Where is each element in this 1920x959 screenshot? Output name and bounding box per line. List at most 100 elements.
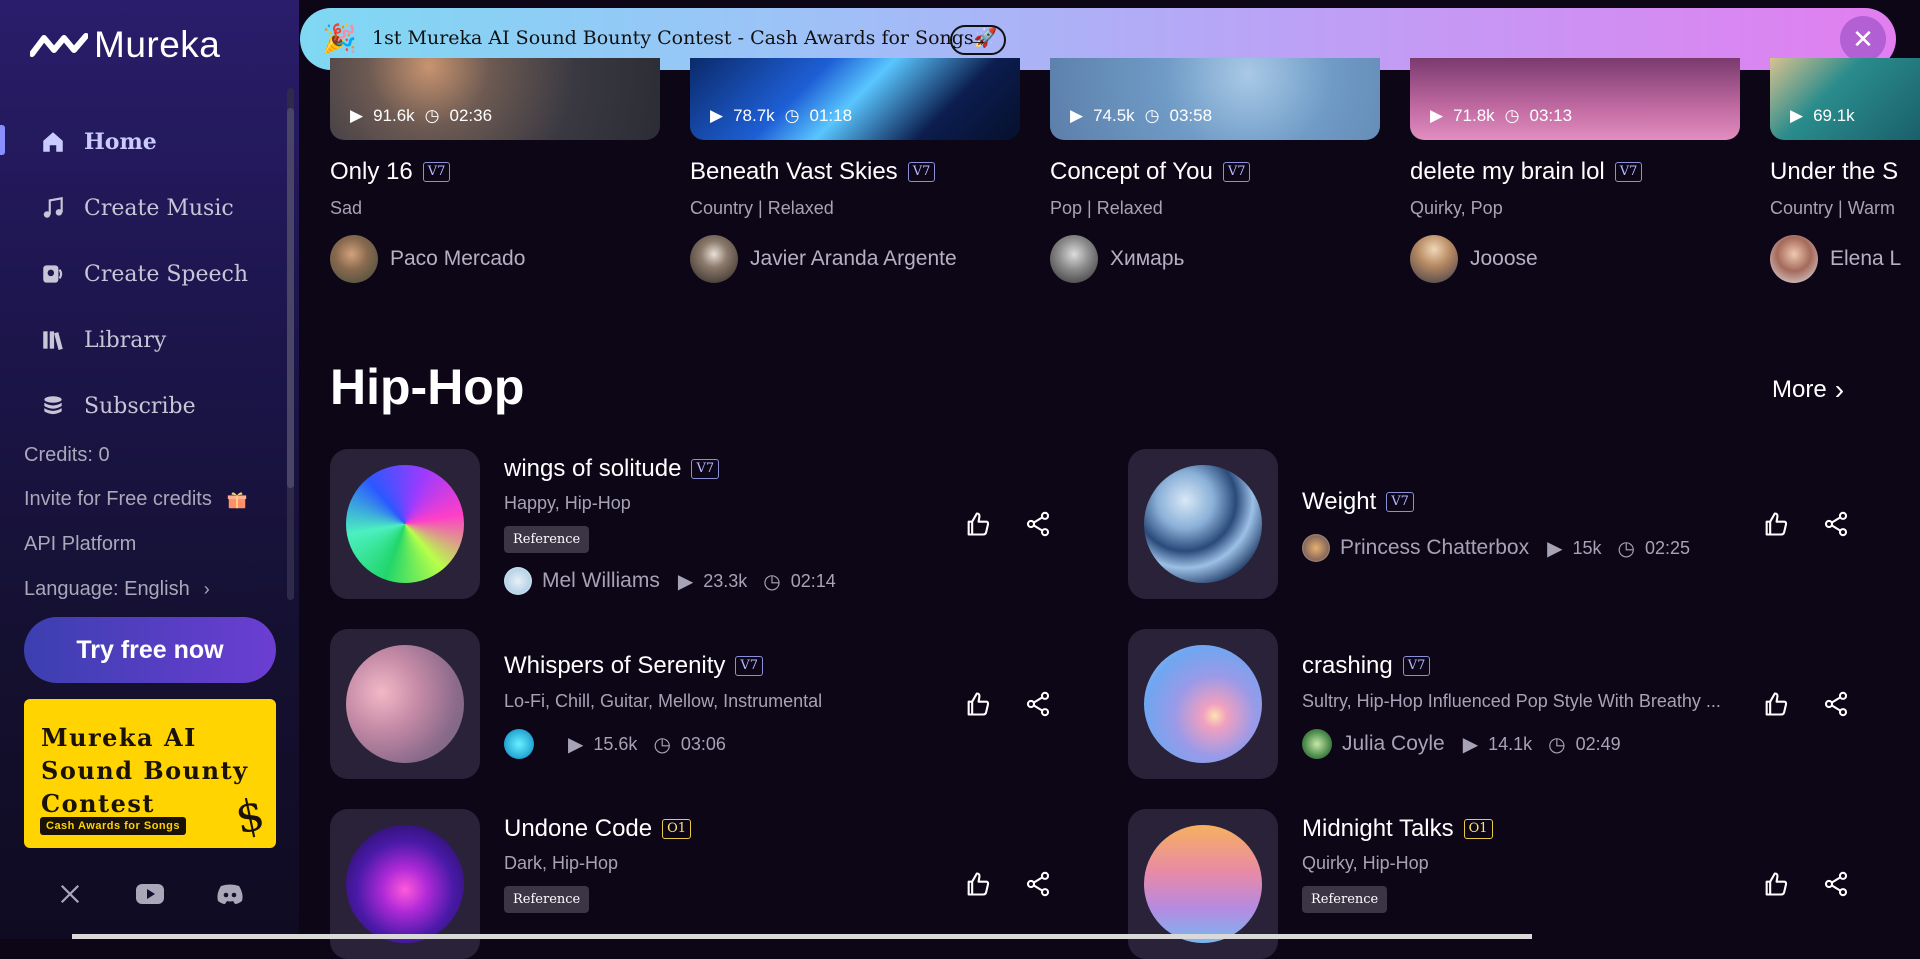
banner-arrow-button[interactable]: → xyxy=(950,25,1006,55)
share-icon xyxy=(1824,511,1848,537)
song-thumbnail[interactable]: ▶ 91.6k ◷ 02:36 xyxy=(330,58,660,140)
thumb-stats: ▶ 91.6k ◷ 02:36 xyxy=(350,106,492,126)
version-tag: V7 xyxy=(735,656,764,676)
language-selector[interactable]: Language: English › xyxy=(24,578,210,601)
song-meta: ▶ 15.6k ◷ 03:06 xyxy=(504,729,726,759)
horizontal-scrollbar[interactable] xyxy=(72,934,1532,939)
thumb-stats: ▶ 71.8k ◷ 03:13 xyxy=(1430,106,1572,126)
song-artwork[interactable] xyxy=(1128,629,1278,779)
like-button[interactable] xyxy=(1758,866,1794,902)
sidebar-scrollbar-thumb[interactable] xyxy=(287,108,294,488)
nav-create-music[interactable]: Create Music xyxy=(40,188,234,228)
song-title-row[interactable]: Midnight Talks O1 xyxy=(1302,815,1493,843)
song-title-row[interactable]: crashing V7 xyxy=(1302,652,1431,680)
share-button[interactable] xyxy=(1020,506,1056,542)
artist-link[interactable]: Jooose xyxy=(1410,235,1538,283)
nav-subscribe[interactable]: Subscribe xyxy=(40,386,196,426)
artist-link[interactable]: Javier Aranda Argente xyxy=(690,235,957,283)
active-indicator xyxy=(0,125,5,155)
reference-chip: Reference xyxy=(504,526,590,553)
song-title-row[interactable]: Under the S xyxy=(1770,158,1898,186)
song-meta: Julia Coyle ▶ 14.1k ◷ 02:49 xyxy=(1302,729,1621,759)
artwork-disc xyxy=(1144,825,1262,943)
more-link[interactable]: More › xyxy=(1772,374,1844,406)
avatar xyxy=(690,235,738,283)
song-title-row[interactable]: delete my brain lol V7 xyxy=(1410,158,1643,186)
song-thumbnail[interactable]: ▶ 71.8k ◷ 03:13 xyxy=(1410,58,1740,140)
contest-title: Mureka AI Sound Bounty Contest xyxy=(41,721,249,820)
artist-link[interactable]: Paco Mercado xyxy=(330,235,525,283)
share-button[interactable] xyxy=(1020,686,1056,722)
x-twitter-icon[interactable] xyxy=(50,877,90,911)
play-count: 91.6k xyxy=(373,106,415,125)
more-label: More xyxy=(1772,376,1827,403)
logo[interactable]: Mureka xyxy=(30,24,220,66)
artist-link[interactable]: Химарь xyxy=(1050,235,1184,283)
thumb-stats: ▶ 74.5k ◷ 03:58 xyxy=(1070,106,1212,126)
share-button[interactable] xyxy=(1818,686,1854,722)
nav-home[interactable]: Home xyxy=(40,122,157,162)
song-artwork[interactable] xyxy=(330,449,480,599)
avatar xyxy=(1302,534,1330,562)
like-button[interactable] xyxy=(1758,506,1794,542)
song-title-row[interactable]: Concept of You V7 xyxy=(1050,158,1251,186)
song-artwork[interactable] xyxy=(330,629,480,779)
song-title: Concept of You xyxy=(1050,158,1213,185)
song-genre: Happy, Hip-Hop xyxy=(504,493,631,513)
like-button[interactable] xyxy=(960,686,996,722)
song-thumbnail[interactable]: ▶ 69.1k xyxy=(1770,58,1920,140)
play-icon: ▶ xyxy=(1790,106,1804,125)
song-title-row[interactable]: Whispers of Serenity V7 xyxy=(504,652,764,680)
share-button[interactable] xyxy=(1020,866,1056,902)
version-tag: V7 xyxy=(422,162,451,182)
play-icon: ▶ xyxy=(1462,733,1479,756)
library-icon xyxy=(43,331,63,351)
duration: 03:58 xyxy=(1169,106,1213,125)
artist-name[interactable]: Princess Chatterbox xyxy=(1340,536,1529,560)
artist-link[interactable]: Elena L xyxy=(1770,235,1901,283)
gift-icon xyxy=(227,491,247,508)
like-button[interactable] xyxy=(1758,686,1794,722)
song-thumbnail[interactable]: ▶ 78.7k ◷ 01:18 xyxy=(690,58,1020,140)
share-button[interactable] xyxy=(1818,506,1854,542)
like-button[interactable] xyxy=(960,506,996,542)
invite-link[interactable]: Invite for Free credits xyxy=(24,488,248,511)
artist-name[interactable]: Julia Coyle xyxy=(1342,732,1445,756)
song-thumbnail[interactable]: ▶ 74.5k ◷ 03:58 xyxy=(1050,58,1380,140)
contest-subtitle: Cash Awards for Songs xyxy=(40,817,186,835)
discord-icon[interactable] xyxy=(210,877,250,911)
reference-chip: Reference xyxy=(1302,886,1388,913)
song-title: Undone Code xyxy=(504,815,653,842)
youtube-icon[interactable] xyxy=(130,877,170,911)
home-icon xyxy=(43,132,63,152)
thumbs-up-icon xyxy=(1765,692,1788,716)
song-title: delete my brain lol xyxy=(1410,158,1605,185)
artwork-disc xyxy=(346,645,464,763)
song-title-row[interactable]: Undone Code O1 xyxy=(504,815,692,843)
avatar xyxy=(1770,235,1818,283)
play-icon: ▶ xyxy=(677,570,694,593)
song-title-row[interactable]: Only 16 V7 xyxy=(330,158,451,186)
play-count: 15.6k xyxy=(593,733,638,754)
artist-name[interactable]: Mel Williams xyxy=(542,569,660,593)
nav-library[interactable]: Library xyxy=(40,320,166,360)
song-artwork[interactable] xyxy=(1128,449,1278,599)
duration: 03:06 xyxy=(680,733,726,754)
like-button[interactable] xyxy=(960,866,996,902)
contest-promo-card[interactable]: Mureka AI Sound Bounty Contest Cash Awar… xyxy=(24,699,276,848)
share-button[interactable] xyxy=(1818,866,1854,902)
version-tag: V7 xyxy=(1614,162,1643,182)
api-platform-link[interactable]: API Platform xyxy=(24,533,136,556)
thumbs-up-icon xyxy=(967,512,990,536)
try-free-button[interactable]: Try free now xyxy=(24,617,276,683)
logo-text: Mureka xyxy=(94,24,221,65)
nav-create-speech[interactable]: Create Speech xyxy=(40,254,248,294)
banner-close-button[interactable]: ✕ xyxy=(1840,16,1886,62)
contest-line-1: Mureka AI xyxy=(41,723,197,752)
song-title-row[interactable]: wings of solitude V7 xyxy=(504,455,720,483)
duration: 03:13 xyxy=(1529,106,1573,125)
play-count: 74.5k xyxy=(1093,106,1135,125)
version-tag: V7 xyxy=(907,162,936,182)
song-title-row[interactable]: Weight V7 xyxy=(1302,488,1414,516)
song-title-row[interactable]: Beneath Vast Skies V7 xyxy=(690,158,936,186)
